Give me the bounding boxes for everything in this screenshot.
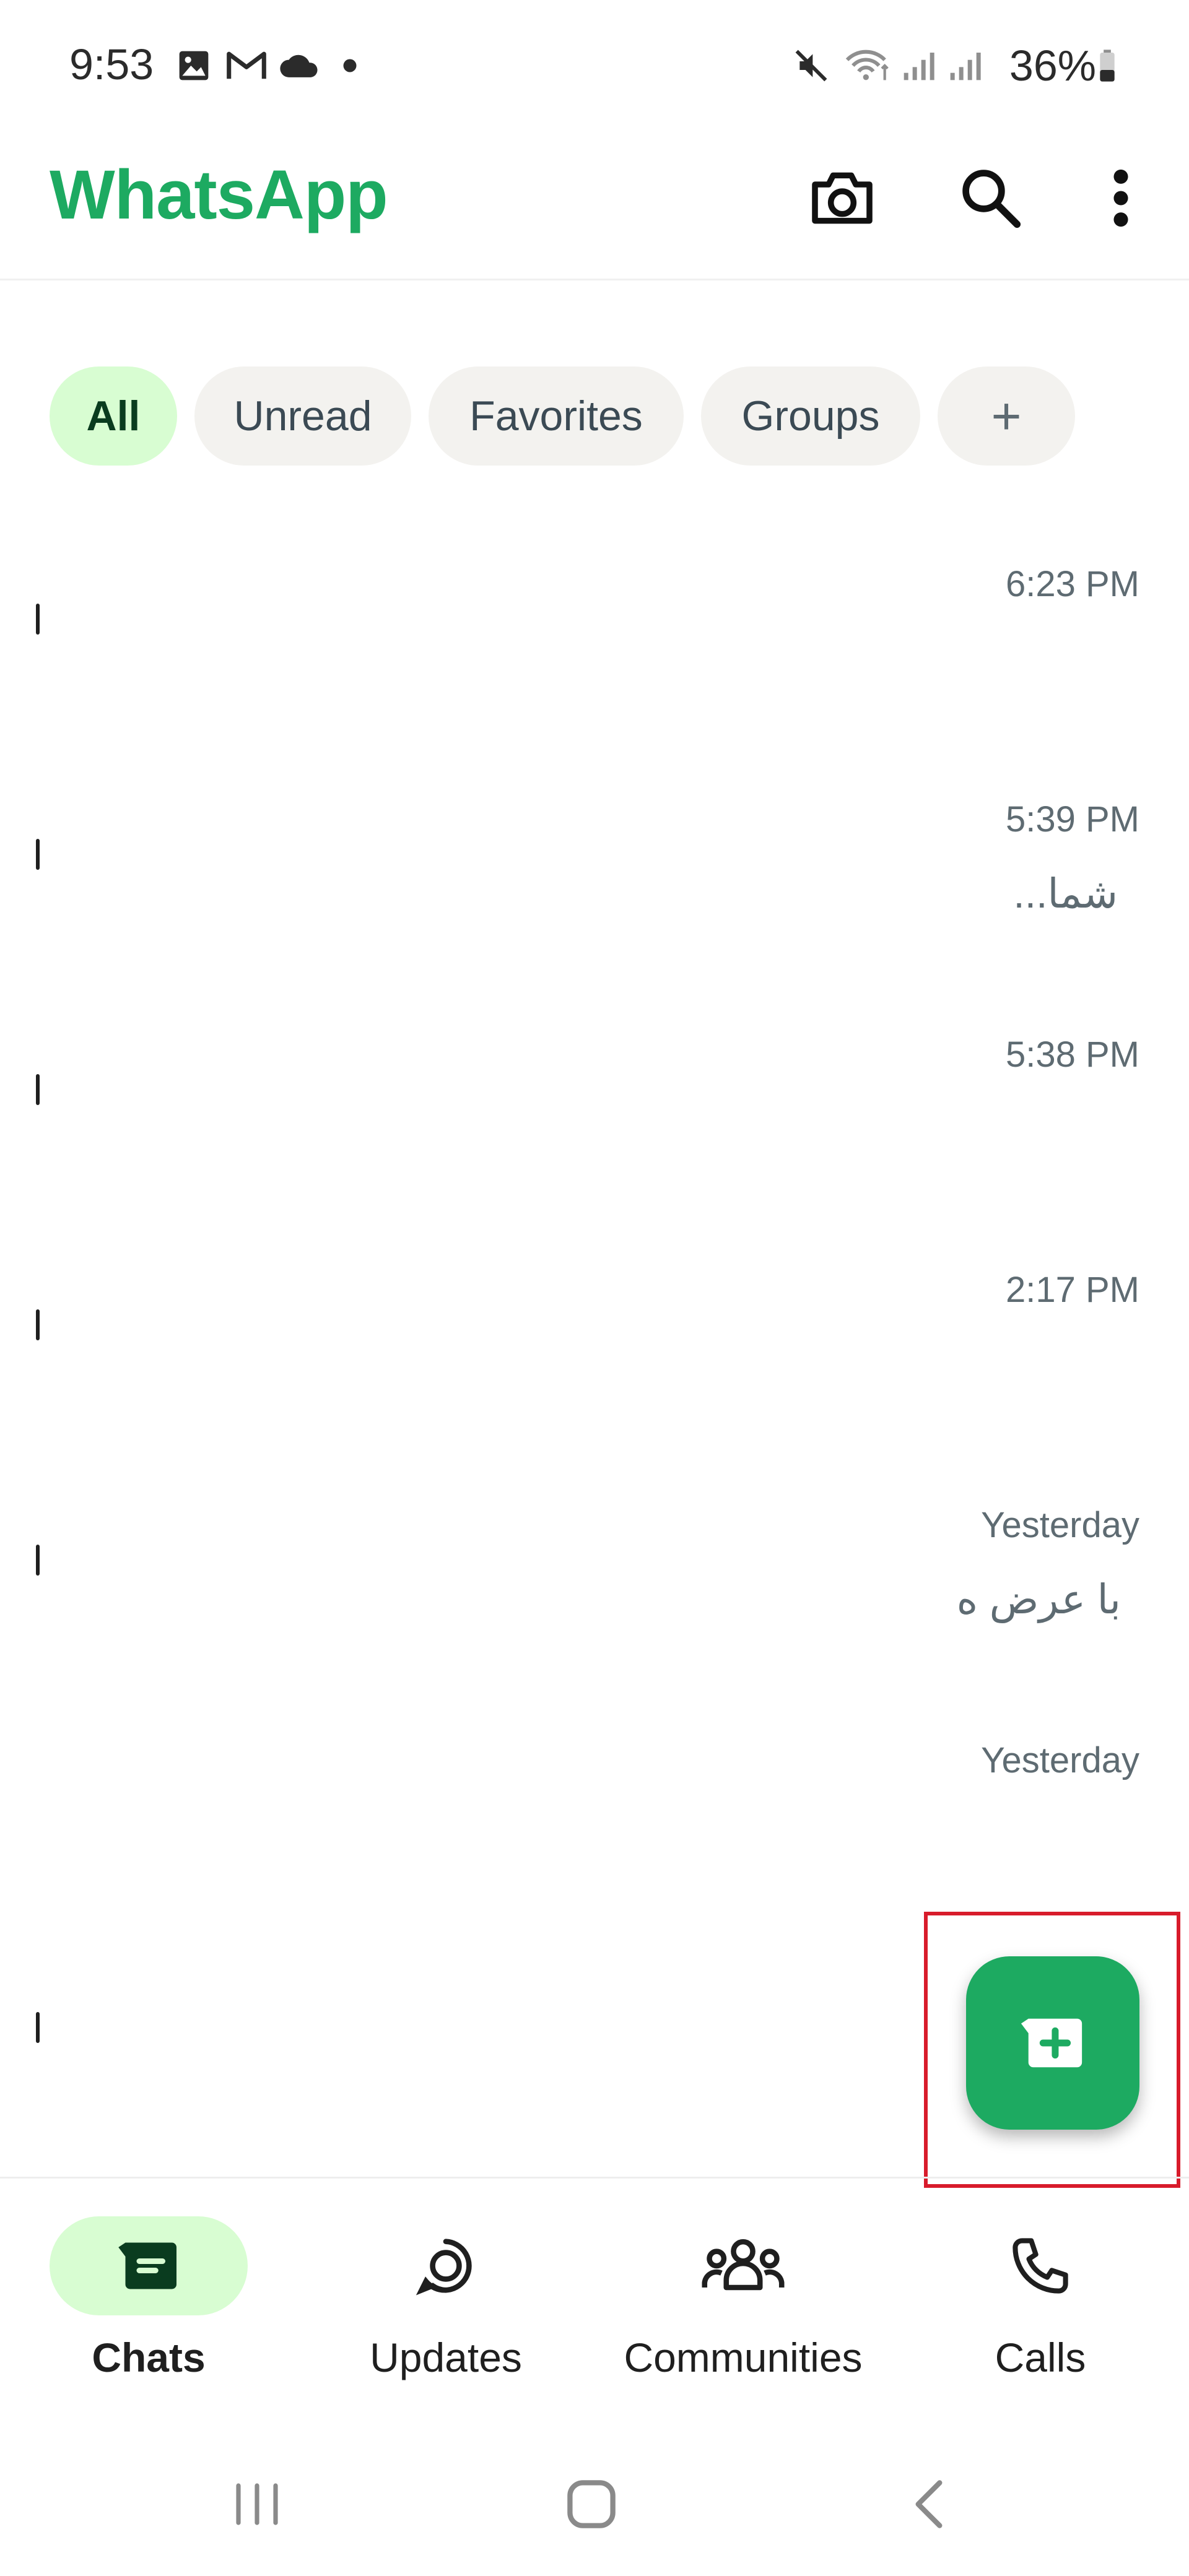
more-options-button[interactable] — [1078, 155, 1164, 241]
cloud-icon — [280, 54, 318, 77]
search-button[interactable] — [947, 155, 1034, 241]
chat-row[interactable]: 5:39 PM ...شما — [0, 799, 1189, 1034]
dot-icon — [343, 59, 357, 72]
home-icon — [567, 2480, 616, 2528]
chat-row[interactable]: 6:23 PM — [0, 563, 1189, 799]
system-recents-button[interactable] — [207, 2470, 307, 2538]
back-icon — [915, 2480, 943, 2528]
chat-preview: ...شما — [1013, 870, 1118, 916]
nav-updates-icon-wrap — [347, 2216, 545, 2315]
chat-time: Yesterday — [981, 1740, 1139, 1780]
more-vert-icon — [1113, 169, 1128, 227]
add-filter-button[interactable]: + — [938, 366, 1075, 466]
chat-preview: با عرض ه — [956, 1576, 1121, 1622]
nav-calls[interactable]: Calls — [904, 2210, 1177, 2396]
system-back-button[interactable] — [879, 2470, 978, 2538]
wifi-icon — [845, 50, 889, 80]
new-chat-icon — [1021, 2018, 1082, 2068]
system-home-button[interactable] — [542, 2470, 641, 2538]
filter-chip-all[interactable]: All — [50, 366, 177, 466]
nav-label: Communities — [624, 2335, 863, 2380]
avatar-edge — [36, 1545, 40, 1576]
updates-icon — [416, 2239, 472, 2296]
nav-label: Updates — [370, 2335, 522, 2380]
chat-row[interactable]: 2:17 PM — [0, 1269, 1189, 1504]
nav-calls-icon-wrap — [941, 2216, 1139, 2315]
chat-time: 6:23 PM — [1006, 564, 1139, 604]
chat-row[interactable]: 5:38 PM — [0, 1034, 1189, 1269]
gmail-icon — [227, 51, 266, 79]
signal-icon — [950, 53, 981, 80]
avatar-edge — [36, 1074, 40, 1105]
nav-communities[interactable]: Communities — [607, 2210, 879, 2396]
gallery-icon — [179, 51, 209, 80]
chat-row[interactable]: Yesterday با عرض ه — [0, 1504, 1189, 1740]
chat-time: Yesterday — [981, 1505, 1139, 1545]
nav-chats-icon-wrap — [50, 2216, 248, 2315]
recents-icon — [236, 2483, 278, 2525]
chats-icon — [118, 2242, 176, 2289]
filter-chip-favorites[interactable]: Favorites — [429, 366, 684, 466]
avatar-edge — [36, 604, 40, 635]
nav-updates[interactable]: Updates — [310, 2210, 582, 2396]
nav-label: Chats — [92, 2335, 206, 2380]
nav-chats[interactable]: Chats — [12, 2210, 285, 2396]
camera-button[interactable] — [799, 155, 886, 241]
chat-time: 5:38 PM — [1006, 1034, 1139, 1075]
chat-time: 2:17 PM — [1006, 1270, 1139, 1310]
battery-percent: 36% — [1009, 41, 1096, 90]
app-title: WhatsApp — [50, 156, 388, 233]
chat-time: 5:39 PM — [1006, 799, 1139, 839]
status-bar: 9:53 36% — [0, 0, 1189, 136]
bottom-nav-divider — [0, 2177, 1189, 2179]
avatar-edge — [36, 839, 40, 870]
battery-icon — [1100, 50, 1115, 82]
filter-chip-groups[interactable]: Groups — [701, 366, 920, 466]
new-chat-button[interactable] — [966, 1956, 1139, 2130]
camera-icon — [812, 172, 873, 224]
status-time: 9:53 — [69, 40, 154, 89]
header-divider — [0, 279, 1189, 280]
search-icon — [962, 170, 1021, 228]
filter-chip-unread[interactable]: Unread — [194, 366, 411, 466]
mute-icon — [795, 50, 827, 82]
communities-icon — [702, 2239, 785, 2291]
calls-icon — [1013, 2238, 1068, 2294]
avatar-edge — [36, 2012, 40, 2043]
nav-communities-icon-wrap — [644, 2216, 842, 2315]
avatar-edge — [36, 1309, 40, 1340]
signal-icon — [904, 53, 934, 80]
nav-label: Calls — [995, 2335, 1086, 2380]
